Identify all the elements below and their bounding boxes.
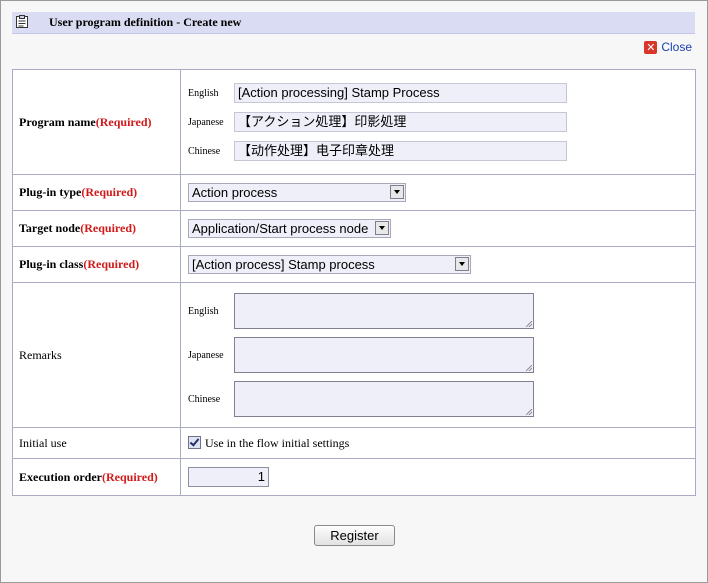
chinese-label: Chinese: [188, 393, 221, 405]
english-label: English: [188, 87, 219, 99]
target-node-select[interactable]: Application/Start process node: [188, 219, 391, 238]
execution-order-value-cell: 1: [180, 458, 696, 496]
plugin-type-selected: Action process: [192, 185, 278, 200]
remarks-japanese-textarea[interactable]: [234, 337, 534, 373]
required-mark: (Required): [102, 469, 158, 484]
initial-use-label-cell: Initial use: [12, 427, 181, 459]
close-label: Close: [661, 40, 692, 54]
row-plugin-class: Plug-in class(Required) [Action process]…: [12, 246, 696, 283]
initial-use-checkbox[interactable]: [188, 435, 201, 449]
plugin-class-value-cell: [Action process] Stamp process: [180, 246, 696, 283]
initial-use-value-cell: Use in the flow initial settings: [180, 427, 696, 459]
required-mark: (Required): [95, 114, 152, 129]
row-remarks: Remarks English Japanese Chinese: [12, 282, 696, 428]
program-name-japanese-row: Japanese 【アクション処理】印影処理: [188, 112, 695, 132]
initial-use-checkbox-label[interactable]: Use in the flow initial settings: [205, 436, 349, 450]
program-name-value-cell: English [Action processing] Stamp Proces…: [180, 69, 696, 175]
close-bar: ✕ Close: [12, 34, 695, 60]
dialog-window: User program definition - Create new ✕ C…: [0, 0, 708, 583]
plugin-class-select[interactable]: [Action process] Stamp process: [188, 255, 471, 274]
required-mark: (Required): [83, 257, 140, 271]
remarks-value-cell: English Japanese Chinese: [180, 282, 696, 428]
remarks-chinese-textarea[interactable]: [234, 381, 534, 417]
program-name-chinese-input[interactable]: 【动作处理】电子印章处理: [234, 141, 567, 161]
japanese-label: Japanese: [188, 349, 224, 361]
target-node-selected: Application/Start process node: [192, 221, 369, 236]
execution-order-input[interactable]: 1: [188, 467, 269, 487]
row-initial-use: Initial use Use in the flow initial sett…: [12, 427, 696, 459]
plugin-class-label: Plug-in class: [19, 257, 84, 271]
plugin-type-label: Plug-in type: [19, 185, 82, 199]
clipboard-icon: [16, 15, 28, 28]
target-node-value-cell: Application/Start process node: [180, 210, 696, 247]
target-node-label-cell: Target node(Required): [12, 210, 181, 247]
plugin-class-selected: [Action process] Stamp process: [192, 257, 375, 272]
close-button[interactable]: ✕ Close: [644, 40, 692, 54]
row-target-node: Target node(Required) Application/Start …: [12, 210, 696, 247]
program-form: Program name(Required) English [Action p…: [12, 69, 696, 496]
english-label: English: [188, 305, 219, 317]
remarks-label: Remarks: [19, 347, 62, 362]
program-name-label-cell: Program name(Required): [12, 69, 181, 175]
plugin-type-value-cell: Action process: [180, 174, 696, 211]
plugin-type-label-cell: Plug-in type(Required): [12, 174, 181, 211]
chevron-down-icon[interactable]: [455, 257, 469, 271]
initial-use-label: Initial use: [19, 435, 67, 450]
plugin-type-select[interactable]: Action process: [188, 183, 406, 202]
chevron-down-icon[interactable]: [390, 185, 404, 199]
register-button[interactable]: Register: [314, 525, 395, 546]
title-bar: User program definition - Create new: [12, 12, 695, 34]
remarks-english-textarea[interactable]: [234, 293, 534, 329]
program-name-chinese-row: Chinese 【动作处理】电子印章处理: [188, 141, 695, 161]
chinese-label: Chinese: [188, 145, 221, 157]
plugin-class-label-cell: Plug-in class(Required): [12, 246, 181, 283]
remarks-english-row: English: [188, 293, 695, 329]
row-execution-order: Execution order(Required) 1: [12, 458, 696, 496]
program-name-label: Program name: [19, 114, 96, 129]
target-node-label: Target node: [19, 221, 81, 235]
row-plugin-type: Plug-in type(Required) Action process: [12, 174, 696, 211]
program-name-english-row: English [Action processing] Stamp Proces…: [188, 83, 695, 103]
row-program-name: Program name(Required) English [Action p…: [12, 69, 696, 175]
required-mark: (Required): [81, 185, 138, 199]
remarks-label-cell: Remarks: [12, 282, 181, 428]
remarks-japanese-row: Japanese: [188, 337, 695, 373]
japanese-label: Japanese: [188, 116, 224, 128]
chevron-down-icon[interactable]: [375, 221, 389, 235]
program-name-japanese-input[interactable]: 【アクション処理】印影処理: [234, 112, 567, 132]
required-mark: (Required): [80, 221, 137, 235]
remarks-chinese-row: Chinese: [188, 381, 695, 417]
close-icon: ✕: [644, 40, 658, 54]
program-name-english-input[interactable]: [Action processing] Stamp Process: [234, 83, 567, 103]
dialog-title: User program definition - Create new: [49, 15, 242, 29]
execution-order-label: Execution order: [19, 469, 102, 484]
execution-order-label-cell: Execution order(Required): [12, 458, 181, 496]
